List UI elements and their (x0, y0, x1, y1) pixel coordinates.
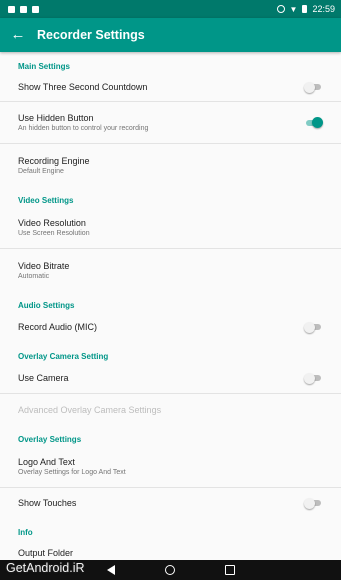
pref-logo-and-text[interactable]: Logo And Text Overlay Settings for Logo … (0, 446, 341, 488)
nav-recents-icon[interactable] (224, 565, 235, 575)
pref-title: Use Camera (18, 373, 69, 383)
section-overlay-camera-setting: Overlay Camera Setting (18, 352, 109, 361)
pref-video-bitrate[interactable]: Video Bitrate Automatic (0, 249, 341, 291)
pref-summary: Overlay Settings for Logo And Text (18, 469, 126, 476)
section-overlay-settings: Overlay Settings (18, 435, 82, 444)
pref-use-hidden-button[interactable]: Use Hidden Button An hidden button to co… (0, 102, 341, 144)
status-time: 22:59 (312, 4, 335, 14)
pref-output-folder[interactable]: Output Folder (0, 539, 341, 560)
notification-icon (8, 5, 15, 13)
pref-title: Video Resolution (18, 218, 86, 228)
nav-back-icon[interactable] (106, 565, 115, 575)
status-bar: ▼ 22:59 (0, 0, 341, 18)
do-not-disturb-icon (276, 5, 285, 13)
back-arrow-icon[interactable]: ← (3, 18, 33, 52)
pref-title: Show Touches (18, 498, 77, 508)
pref-show-touches[interactable]: Show Touches (0, 488, 341, 518)
settings-list[interactable]: Main Settings Show Three Second Countdow… (0, 52, 341, 560)
bag-notification-icon (32, 5, 39, 13)
pref-title: Video Bitrate (18, 260, 70, 271)
pref-summary: Use Screen Resolution (18, 230, 90, 237)
pref-title: Logo And Text (18, 457, 75, 467)
wifi-icon: ▼ (289, 4, 298, 14)
countdown-switch[interactable] (304, 80, 323, 94)
pref-recording-engine[interactable]: Recording Engine Default Engine (0, 144, 341, 186)
pref-title: Recording Engine (18, 155, 90, 166)
section-audio-settings: Audio Settings (18, 301, 75, 310)
page-title: Recorder Settings (37, 28, 145, 42)
hidden-button-switch[interactable] (304, 116, 323, 130)
show-touches-switch[interactable] (304, 496, 323, 510)
pref-three-second-countdown[interactable]: Show Three Second Countdown (0, 73, 341, 102)
use-camera-switch[interactable] (304, 371, 323, 385)
pref-title: Use Hidden Button (18, 113, 94, 123)
pref-title: Advanced Overlay Camera Settings (18, 404, 162, 415)
pref-title: Output Folder (18, 548, 74, 558)
nav-home-icon[interactable] (164, 565, 175, 575)
battery-icon (302, 5, 308, 13)
pref-video-resolution[interactable]: Video Resolution Use Screen Resolution (0, 207, 341, 249)
pref-title: Show Three Second Countdown (18, 82, 148, 92)
app-toolbar: ← Recorder Settings (0, 18, 341, 52)
section-video-settings: Video Settings (18, 196, 74, 205)
watermark: GetAndroid.iR (6, 561, 85, 575)
section-main-settings: Main Settings (18, 62, 71, 71)
pref-summary: An hidden button to control your recordi… (18, 125, 149, 132)
pref-title: Record Audio (MIC) (18, 322, 98, 332)
pref-advanced-overlay-camera: Advanced Overlay Camera Settings (0, 394, 341, 425)
pref-summary: Default Engine (18, 167, 64, 175)
pref-record-audio[interactable]: Record Audio (MIC) (0, 312, 341, 342)
image-notification-icon (20, 5, 27, 13)
record-audio-switch[interactable] (304, 320, 323, 334)
section-info: Info (18, 528, 33, 537)
pref-summary: Automatic (18, 272, 50, 280)
pref-use-camera[interactable]: Use Camera (0, 363, 341, 394)
